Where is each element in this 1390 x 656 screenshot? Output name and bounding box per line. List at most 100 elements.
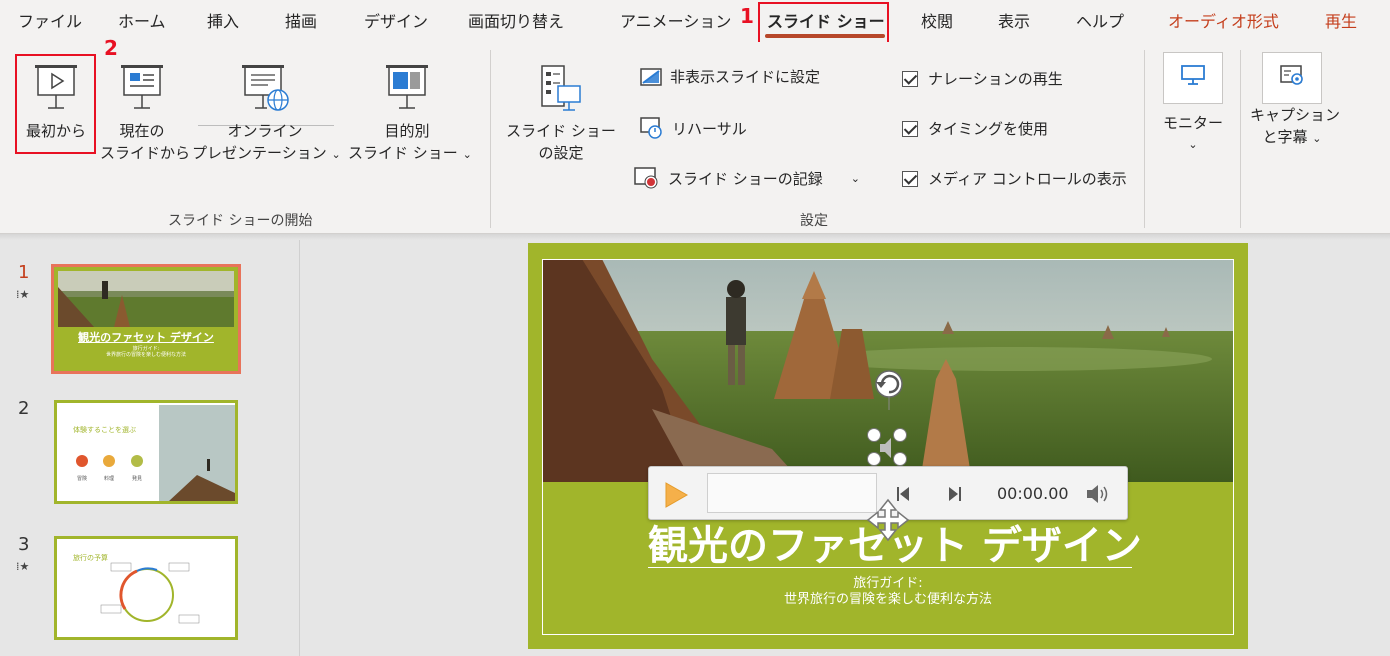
record-icon: [634, 167, 658, 189]
move-handle-icon[interactable]: [866, 498, 910, 542]
group-label-set-up: 設定: [800, 213, 828, 229]
thumbnail-2-art: [76, 405, 235, 501]
thumbnail-2-caption-2: 料理: [104, 476, 115, 482]
title-underline: [648, 567, 1132, 568]
from-current-label-2: スライドから: [100, 144, 191, 162]
play-narrations-label: ナレーションの再生: [928, 70, 1063, 88]
checkbox-checked-icon[interactable]: [902, 120, 918, 137]
checkbox-checked-icon[interactable]: [902, 70, 918, 87]
thumbnail-number-2: 2: [18, 398, 30, 419]
thumbnail-number-1: 1: [18, 262, 30, 283]
captions-settings-icon: [1280, 65, 1303, 85]
group-separator: [1240, 50, 1241, 228]
thumbnail-1-title: 観光のファセット デザイン: [78, 331, 214, 344]
media-time-readout: 00:00.00: [997, 484, 1069, 503]
custom-show-label-2: スライド ショー: [348, 144, 458, 162]
monitor-icon: [1181, 65, 1205, 85]
volume-icon[interactable]: [1085, 483, 1113, 505]
highlight-box-slide-show-tab: [758, 2, 889, 47]
tab-draw[interactable]: 描画: [285, 8, 317, 32]
play-narrations-checkbox[interactable]: ナレーションの再生: [902, 68, 1063, 89]
group-separator: [490, 50, 491, 228]
projector-slide-icon: [121, 65, 163, 109]
monitor-icon-box: [1163, 52, 1223, 104]
setup-show-icon: [541, 65, 581, 111]
animation-star-icon: ⁞★: [16, 560, 30, 573]
set-up-slide-show-button[interactable]: スライド ショー の設定: [506, 64, 616, 164]
use-timings-checkbox[interactable]: タイミングを使用: [902, 118, 1048, 139]
tab-help[interactable]: ヘルプ: [1076, 8, 1124, 32]
thumbnail-2-caption-1: 冒険: [77, 476, 88, 482]
tab-audio-format[interactable]: オーディオ形式: [1168, 8, 1279, 32]
captions-label-1: キャプション: [1250, 106, 1341, 124]
show-media-controls-label: メディア コントロールの表示: [928, 170, 1127, 188]
subtitle-line-1: 旅行ガイド:: [853, 576, 923, 591]
captions-label-2: と字幕: [1262, 128, 1308, 146]
rehearse-label: リハーサル: [672, 119, 747, 138]
present-online-label-2: プレゼンテーション: [192, 144, 327, 162]
animation-star-icon: ⁞★: [16, 288, 30, 301]
hide-slide-button[interactable]: 非表示スライドに設定: [640, 66, 820, 87]
thumbnail-2-caption-3: 発見: [132, 476, 143, 482]
resize-handle[interactable]: [893, 452, 907, 466]
chevron-down-icon: ⌄: [1312, 132, 1322, 145]
ribbon: 最初から 現在の スライドから オンライン プレゼンテーション ⌄ 目的別 スラ…: [0, 42, 1390, 234]
subtitle-line-2: 世界旅行の冒険を楽しむ便利な方法: [783, 592, 992, 607]
slide-thumbnail-1[interactable]: 観光のファセット デザイン 旅行ガイド: 世界旅行の冒険を楽しむ便利な方法: [51, 264, 241, 374]
tab-view[interactable]: 表示: [998, 8, 1030, 32]
tab-animations[interactable]: アニメーション: [620, 8, 731, 32]
custom-show-label-1: 目的別: [384, 122, 430, 140]
slide-thumbnail-3[interactable]: 旅行の予算: [54, 536, 238, 640]
use-timings-label: タイミングを使用: [928, 120, 1049, 138]
slide-thumbnails-pane: 1 ⁞★ 観光のファセット デザイン 旅行ガイド: 世界旅行の冒険を楽しむ便利な…: [0, 240, 300, 656]
tab-insert[interactable]: 挿入: [207, 8, 239, 32]
custom-slide-show-button[interactable]: 目的別 スライド ショー ⌄: [348, 64, 472, 166]
chevron-down-icon: ⌄: [462, 148, 472, 161]
tab-playback[interactable]: 再生: [1325, 8, 1357, 32]
slide-thumbnail-2[interactable]: 体験することを選ぶ 冒険 料理 発見: [54, 400, 238, 504]
highlight-box-from-beginning: [15, 54, 96, 154]
chevron-down-icon[interactable]: ⌄: [851, 172, 860, 185]
rehearse-timings-button[interactable]: リハーサル: [640, 116, 747, 140]
rehearse-icon: [640, 117, 662, 139]
play-icon[interactable]: [663, 481, 689, 509]
setup-label-2: の設定: [538, 144, 584, 162]
monitor-label: モニター: [1162, 114, 1223, 132]
chevron-down-icon: ⌄: [1188, 138, 1198, 151]
slide-subtitle[interactable]: 旅行ガイド: 世界旅行の冒険を楽しむ便利な方法: [528, 576, 1248, 608]
hide-slide-label: 非表示スライドに設定: [670, 68, 821, 86]
tab-transitions[interactable]: 画面切り替え: [468, 8, 564, 32]
record-label: スライド ショーの記録: [668, 169, 823, 188]
resize-handle[interactable]: [893, 428, 907, 442]
audio-speaker-icon[interactable]: [878, 436, 894, 460]
tab-file[interactable]: ファイル: [18, 8, 82, 32]
tab-review[interactable]: 校閲: [921, 8, 953, 32]
audio-progress-track[interactable]: [707, 473, 877, 513]
setup-label-1: スライド ショー: [506, 122, 616, 140]
captions-subtitles-button[interactable]: キャプション と字幕 ⌄: [1250, 52, 1341, 150]
captions-icon-box: [1262, 52, 1322, 104]
ribbon-tab-bar: ファイル ホーム 挿入 描画 デザイン 画面切り替え アニメーション スライド …: [0, 0, 1390, 42]
show-media-controls-checkbox[interactable]: メディア コントロールの表示: [902, 168, 1127, 189]
tab-design[interactable]: デザイン: [364, 8, 428, 32]
chevron-down-icon: ⌄: [331, 148, 341, 161]
thumbnail-1-line2: 世界旅行の冒険を楽しむ便利な方法: [105, 352, 186, 358]
skip-forward-icon[interactable]: [943, 485, 963, 503]
thumbnail-number-3: 3: [18, 534, 30, 555]
rotate-handle-icon[interactable]: [862, 366, 912, 410]
present-online-label-1: オンライン: [227, 122, 303, 140]
from-current-slide-button[interactable]: 現在の スライドから: [100, 64, 191, 164]
checkbox-checked-icon[interactable]: [902, 170, 918, 187]
record-slide-show-button[interactable]: スライド ショーの記録 ⌄: [634, 166, 860, 190]
present-online-button[interactable]: オンライン プレゼンテーション ⌄: [192, 64, 341, 166]
monitor-button[interactable]: モニター ⌄: [1160, 52, 1226, 156]
step-2-label: 2: [104, 36, 118, 60]
thumbnail-3-title: 旅行の予算: [73, 554, 108, 562]
group-label-start-slide-show: スライド ショーの開始: [168, 213, 313, 229]
tab-home[interactable]: ホーム: [118, 8, 166, 32]
from-current-label-1: 現在の: [119, 122, 165, 140]
step-1-label: 1: [740, 4, 754, 28]
hide-slide-icon: [640, 67, 662, 86]
group-separator: [1144, 50, 1145, 228]
projector-globe-icon: [242, 65, 289, 111]
